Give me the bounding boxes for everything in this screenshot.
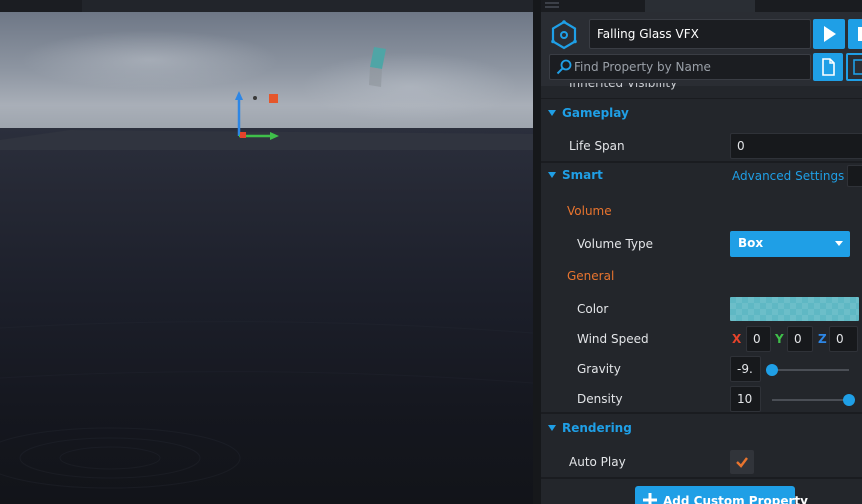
- gravity-field[interactable]: -9.: [730, 356, 761, 382]
- volume-type-label: Volume Type: [577, 237, 654, 251]
- panel-tabs: [541, 0, 862, 12]
- auto-play-checkbox[interactable]: [730, 450, 754, 474]
- properties-panel: Falling Glass VFX Find Property by Name …: [533, 0, 862, 504]
- collapse-arrow-icon: [548, 172, 556, 178]
- life-span-field[interactable]: 0: [730, 133, 862, 159]
- wind-speed-label: Wind Speed: [577, 332, 649, 346]
- glass-shard: [369, 47, 386, 87]
- search-icon: [556, 59, 572, 75]
- section-title: Gameplay: [562, 106, 629, 120]
- life-span-label: Life Span: [569, 139, 625, 153]
- document-icon: [822, 58, 835, 76]
- preview-play-button[interactable]: [813, 19, 845, 49]
- cloud: [300, 52, 520, 122]
- scene-viewport[interactable]: [0, 0, 533, 504]
- panel-header: Falling Glass VFX: [541, 12, 862, 86]
- search-input[interactable]: [574, 58, 804, 76]
- cloud: [20, 30, 280, 90]
- density-slider[interactable]: [772, 394, 855, 406]
- advanced-settings-toggle[interactable]: [847, 165, 862, 187]
- density-field[interactable]: 10: [730, 386, 761, 412]
- play-icon: [824, 26, 836, 42]
- density-label: Density: [577, 392, 623, 406]
- volume-type-dropdown[interactable]: Box: [730, 231, 850, 257]
- volume-heading: Volume: [567, 204, 612, 218]
- transform-gizmo[interactable]: [228, 85, 288, 145]
- collapse-arrow-icon: [548, 110, 556, 116]
- wind-y-axis-label: Y: [775, 332, 784, 346]
- wind-x-field[interactable]: 0: [746, 326, 771, 352]
- auto-play-label: Auto Play: [569, 455, 626, 469]
- ground-plane: [0, 128, 533, 504]
- color-swatch[interactable]: [730, 297, 859, 321]
- gravity-slider[interactable]: [766, 364, 849, 376]
- checkmark-icon: [736, 457, 748, 468]
- collapse-arrow-icon: [548, 425, 556, 431]
- density-slider-thumb[interactable]: [843, 394, 855, 406]
- section-title: Rendering: [562, 421, 632, 435]
- add-custom-property-button[interactable]: Add Custom Property: [635, 486, 808, 504]
- volume-type-value: Box: [738, 236, 764, 250]
- gizmo-z-arrow: [235, 91, 243, 100]
- color-label: Color: [577, 302, 609, 316]
- stop-icon: [858, 27, 862, 41]
- add-custom-property-label: Add Custom Property: [663, 494, 808, 504]
- tab-grip-icon: [545, 2, 559, 8]
- plus-icon: [643, 493, 657, 504]
- wind-x-axis-label: X: [732, 332, 742, 346]
- gizmo-y-arrow: [270, 132, 279, 140]
- document-button[interactable]: [813, 53, 843, 81]
- section-rendering[interactable]: Rendering: [541, 414, 862, 444]
- copy-button[interactable]: [846, 53, 862, 81]
- viewport-toolbar: [0, 0, 533, 12]
- preview-stop-button[interactable]: [848, 19, 862, 49]
- general-heading: General: [567, 269, 615, 283]
- object-name-field[interactable]: Falling Glass VFX: [589, 19, 811, 49]
- gizmo-origin: [240, 132, 246, 138]
- vfx-object-icon: [551, 20, 577, 50]
- gizmo-x-handle: [269, 94, 278, 103]
- advanced-settings-link[interactable]: Advanced Settings: [732, 169, 844, 183]
- chevron-down-icon: [835, 241, 843, 246]
- divider: [541, 477, 862, 479]
- wind-z-field[interactable]: 0: [829, 326, 858, 352]
- wind-y-field[interactable]: 0: [787, 326, 813, 352]
- property-search-field[interactable]: [549, 54, 811, 80]
- copy-icon: [853, 59, 862, 75]
- tab-properties[interactable]: [645, 0, 755, 12]
- viewport-toolbar-segment: [82, 0, 533, 12]
- section-title: Smart: [562, 168, 603, 182]
- gravity-label: Gravity: [577, 362, 621, 376]
- ground-texture: [0, 321, 533, 489]
- gizmo-center: [253, 96, 257, 100]
- wind-z-axis-label: Z: [818, 332, 827, 346]
- gravity-slider-thumb[interactable]: [766, 364, 778, 376]
- section-gameplay[interactable]: Gameplay: [541, 98, 862, 128]
